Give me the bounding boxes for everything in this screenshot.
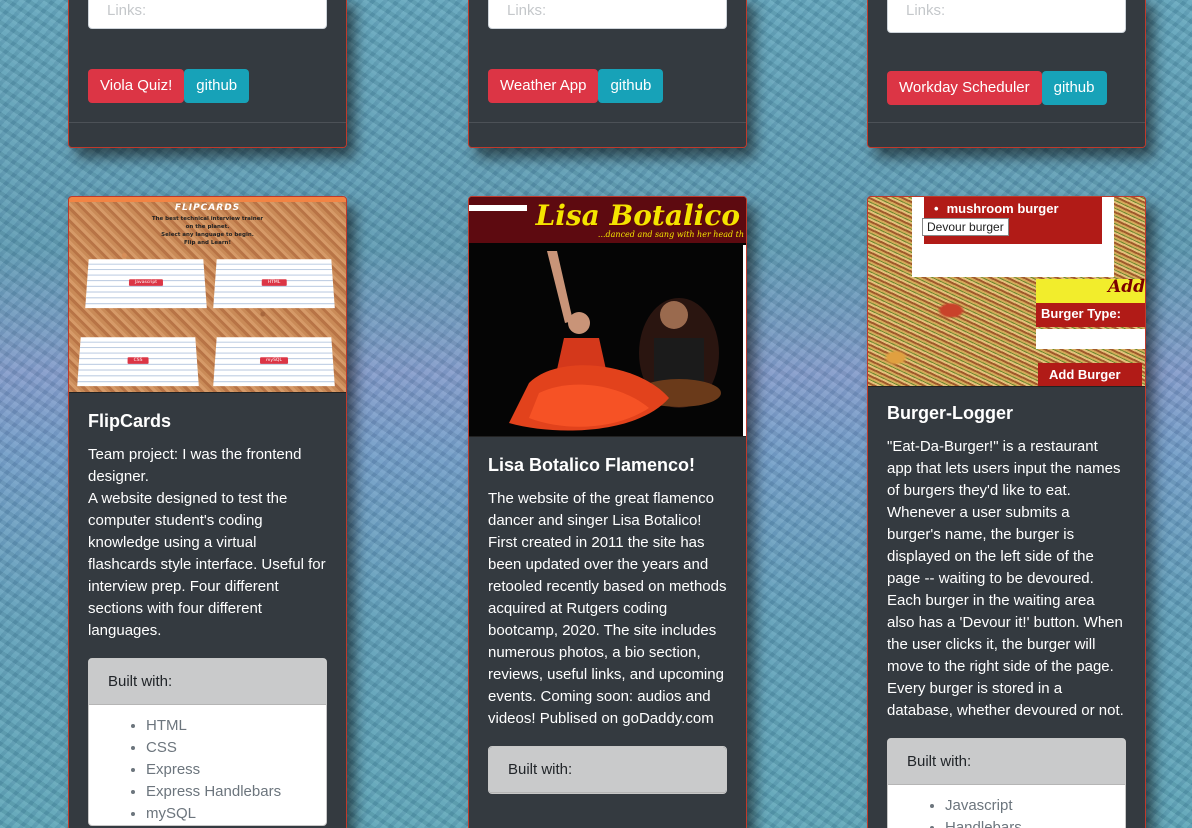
github-button[interactable]: github: [598, 69, 664, 103]
github-button[interactable]: github: [184, 69, 250, 103]
card-title: Lisa Botalico Flamenco!: [488, 455, 696, 475]
list-item: CSS: [146, 737, 326, 759]
thumb-card-javascript: Javascript: [85, 259, 207, 309]
thumb-card-css: CSS: [77, 337, 199, 387]
card-description: Team project: I was the frontend designe…: [88, 446, 326, 639]
github-button[interactable]: github: [1041, 71, 1107, 105]
weather-app-button[interactable]: Weather App: [488, 69, 599, 103]
dancer-photo: [469, 243, 745, 436]
workday-scheduler-button[interactable]: Workday Scheduler: [887, 71, 1042, 105]
list-item: Handlebars: [945, 817, 1125, 828]
lisa-botalico-screenshot: Lisa Botalico ...danced and sang with he…: [469, 197, 746, 437]
card-body: Burger-Logger "Eat-Da-Burger!" is a rest…: [868, 387, 1145, 828]
thumb-card-mysql: mySQL: [213, 337, 335, 387]
burger-logger-screenshot: mushroom burger Devour burger Add Burger…: [868, 197, 1145, 387]
thumb-add-button: Add Burger: [1038, 363, 1142, 386]
card-title: FlipCards: [88, 411, 172, 431]
thumb-card-html: HTML: [213, 259, 335, 309]
project-card-viola-quiz: Links: Viola Quiz! github: [68, 0, 347, 148]
links-input[interactable]: Links:: [887, 0, 1126, 33]
built-with-list: Javascript Handlebars: [888, 785, 1125, 828]
card-body: Lisa Botalico Flamenco! The website of t…: [469, 437, 746, 794]
thumb-heading: FLIPCARDS: [174, 203, 241, 213]
built-with-header: Built with:: [89, 659, 326, 705]
thumb-devour-button: Devour burger: [922, 218, 1009, 236]
thumb-subtitle: ...danced and sang with her head th: [597, 230, 744, 239]
card-actions: Workday Scheduler github: [887, 71, 1107, 105]
thumb-add-heading: Add: [1108, 277, 1145, 297]
project-card-lisa-botalico: Lisa Botalico ...danced and sang with he…: [468, 196, 747, 828]
built-with-header: Built with:: [489, 747, 726, 793]
links-input[interactable]: Links:: [488, 0, 727, 29]
card-actions: Weather App github: [488, 69, 664, 103]
list-item: Javascript: [945, 795, 1125, 817]
built-with-list: HTML CSS Express Express Handlebars mySQ…: [89, 705, 326, 825]
built-with-header: Built with:: [888, 739, 1125, 785]
card-description: "Eat-Da-Burger!" is a restaurant app tha…: [887, 438, 1124, 719]
card-actions: Viola Quiz! github: [88, 69, 250, 103]
card-footer: [469, 122, 746, 147]
list-item: HTML: [146, 715, 326, 737]
card-footer: [69, 122, 346, 147]
built-with-panel: Built with:: [488, 746, 727, 794]
card-title: Burger-Logger: [887, 403, 1013, 423]
project-card-burger-logger: mushroom burger Devour burger Add Burger…: [867, 196, 1146, 828]
project-card-workday-scheduler: Links: Workday Scheduler github: [867, 0, 1146, 148]
thumb-tagline: The best technical interview trainer on …: [151, 216, 264, 246]
card-description: The website of the great flamenco dancer…: [488, 490, 727, 727]
flipcards-screenshot: FLIPCARDS The best technical interview t…: [69, 197, 346, 393]
list-item: Express: [146, 759, 326, 781]
built-with-panel: Built with: Javascript Handlebars: [887, 738, 1126, 828]
list-item: mySQL: [146, 803, 326, 825]
card-footer: [868, 122, 1145, 147]
project-card-flipcards: FLIPCARDS The best technical interview t…: [68, 196, 347, 828]
viola-quiz-button[interactable]: Viola Quiz!: [88, 69, 185, 103]
card-body: FlipCards Team project: I was the fronte…: [69, 393, 346, 826]
links-input[interactable]: Links:: [88, 0, 327, 29]
list-item: Express Handlebars: [146, 781, 326, 803]
built-with-panel: Built with: HTML CSS Express Express Han…: [88, 658, 327, 826]
thumb-title: Lisa Botalico: [535, 199, 740, 232]
project-card-weather-app: Links: Weather App github: [468, 0, 747, 148]
thumb-type-label: Burger Type:: [1036, 303, 1145, 327]
